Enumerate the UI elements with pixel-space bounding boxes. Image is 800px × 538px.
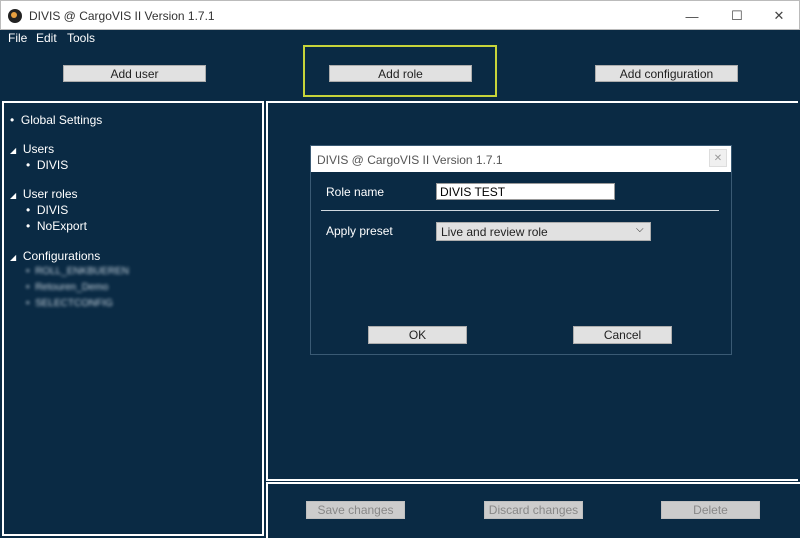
maximize-button[interactable]: ☐ [716, 1, 758, 31]
menu-edit[interactable]: Edit [36, 30, 57, 46]
role-name-label: Role name [326, 185, 385, 199]
add-role-button[interactable]: Add role [329, 65, 472, 82]
bullet-icon: • [26, 266, 30, 277]
expanded-triangle-icon: ◢ [10, 146, 17, 155]
tree-group-users[interactable]: ◢ Users [10, 142, 54, 156]
dialog-close-icon[interactable]: ✕ [709, 149, 727, 167]
tree-group-user-roles[interactable]: ◢ User roles [10, 187, 78, 201]
dialog-title-bar: DIVIS @ CargoVIS II Version 1.7.1 ✕ [311, 146, 731, 172]
cancel-button[interactable]: Cancel [573, 326, 672, 344]
bullet-icon: • [26, 219, 31, 233]
tree-item-configuration[interactable]: • Retouren_Demo [26, 282, 108, 293]
menu-tools[interactable]: Tools [67, 30, 95, 46]
bullet-icon: • [26, 203, 31, 217]
tree-item-role[interactable]: • NoExport [26, 219, 87, 233]
title-bar: DIVIS @ CargoVIS II Version 1.7.1 — ☐ ✕ [0, 0, 800, 30]
add-role-dialog: DIVIS @ CargoVIS II Version 1.7.1 ✕ Role… [311, 146, 731, 354]
bullet-icon: • [26, 282, 30, 293]
minimize-button[interactable]: — [671, 1, 713, 31]
preset-dropdown[interactable]: Live and review role ⌵ [436, 222, 651, 241]
tree-group-configurations[interactable]: ◢ Configurations [10, 249, 100, 263]
dialog-divider [321, 210, 719, 211]
ok-button[interactable]: OK [368, 326, 467, 344]
chevron-down-icon: ⌵ [636, 224, 644, 235]
tree-item-user[interactable]: • DIVIS [26, 158, 68, 172]
expanded-triangle-icon: ◢ [10, 191, 17, 200]
navigation-tree: • Global Settings ◢ Users • DIVIS ◢ User… [2, 101, 264, 536]
delete-button[interactable]: Delete [661, 501, 760, 519]
dialog-title: DIVIS @ CargoVIS II Version 1.7.1 [317, 153, 503, 167]
tree-item-role[interactable]: • DIVIS [26, 203, 68, 217]
save-changes-button[interactable]: Save changes [306, 501, 405, 519]
tree-item-configuration[interactable]: • SELECTCONFIG [26, 298, 113, 309]
menu-file[interactable]: File [8, 30, 27, 46]
apply-preset-label: Apply preset [326, 224, 393, 238]
expanded-triangle-icon: ◢ [10, 253, 17, 262]
discard-changes-button[interactable]: Discard changes [484, 501, 583, 519]
add-user-button[interactable]: Add user [63, 65, 206, 82]
app-logo-icon [8, 9, 22, 23]
window-title: DIVIS @ CargoVIS II Version 1.7.1 [29, 9, 215, 23]
role-name-input[interactable] [436, 183, 615, 200]
bullet-icon: • [10, 113, 15, 127]
bullet-icon: • [26, 158, 31, 172]
bullet-icon: • [26, 298, 30, 309]
add-configuration-button[interactable]: Add configuration [595, 65, 738, 82]
preset-selected-value: Live and review role [441, 225, 548, 239]
tree-item-global-settings[interactable]: • Global Settings [10, 113, 102, 127]
close-button[interactable]: ✕ [758, 1, 800, 31]
tree-item-configuration[interactable]: • ROLL_ENKBUEREN [26, 266, 129, 277]
